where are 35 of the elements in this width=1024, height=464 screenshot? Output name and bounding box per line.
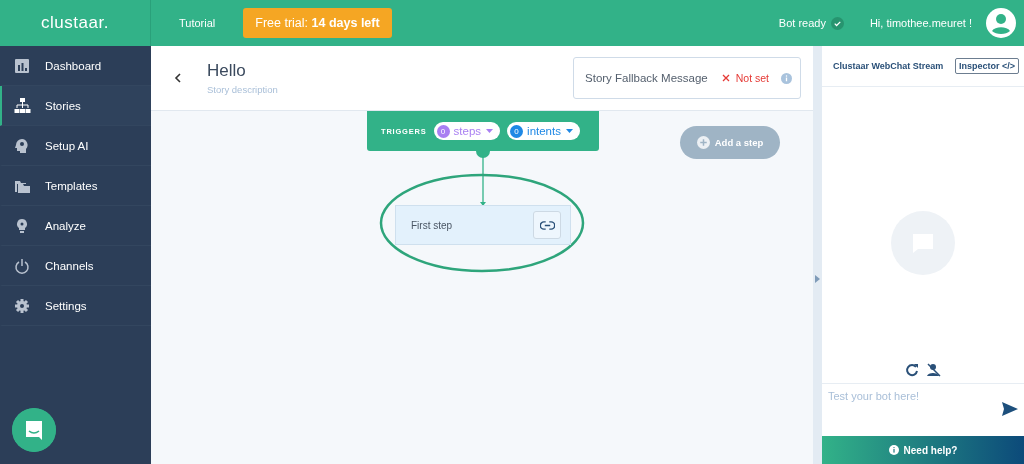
user-off-icon[interactable] <box>927 363 941 377</box>
help-label: Need help? <box>903 444 958 456</box>
info-icon <box>888 445 899 455</box>
caret-icon <box>486 129 494 133</box>
help-bar[interactable]: Need help? <box>822 436 1024 464</box>
trigger-dropdown[interactable]: 0 intents <box>507 122 580 140</box>
step-label: First step <box>411 219 454 231</box>
refresh-icon[interactable] <box>905 363 919 377</box>
caret-icon <box>565 129 573 133</box>
hierarchy-icon <box>14 97 31 114</box>
sidebar-item[interactable]: Stories <box>0 86 151 126</box>
user-greeting: Hi, timothee.meuret ! <box>869 17 972 29</box>
plus-icon <box>696 136 710 149</box>
send-icon[interactable] <box>1002 402 1018 416</box>
fallback-label: Story Fallback Message <box>585 72 708 84</box>
bot-status: Bot ready <box>778 17 826 29</box>
link-button[interactable] <box>533 211 561 239</box>
inspector-button[interactable]: Inspector </> <box>954 58 1019 74</box>
chart-icon <box>14 57 31 74</box>
fallback-status: Not set <box>735 72 769 84</box>
count-badge: 0 <box>436 124 450 138</box>
power-icon <box>14 257 31 274</box>
close-icon <box>721 74 730 82</box>
count-badge: 0 <box>510 124 524 138</box>
link-icon <box>539 220 555 230</box>
fallback-panel[interactable]: Story Fallback Message Not set <box>573 57 801 99</box>
chat-title: Clustaar WebChat Stream <box>833 61 944 71</box>
check-icon <box>830 16 844 30</box>
story-title: Hello <box>207 61 247 81</box>
back-icon[interactable] <box>173 72 183 84</box>
chat-launcher-icon[interactable] <box>12 408 56 452</box>
step-card[interactable]: First step <box>395 205 571 245</box>
head-icon <box>14 137 31 154</box>
settings-icon <box>14 297 31 314</box>
avatar-icon[interactable] <box>986 8 1016 38</box>
